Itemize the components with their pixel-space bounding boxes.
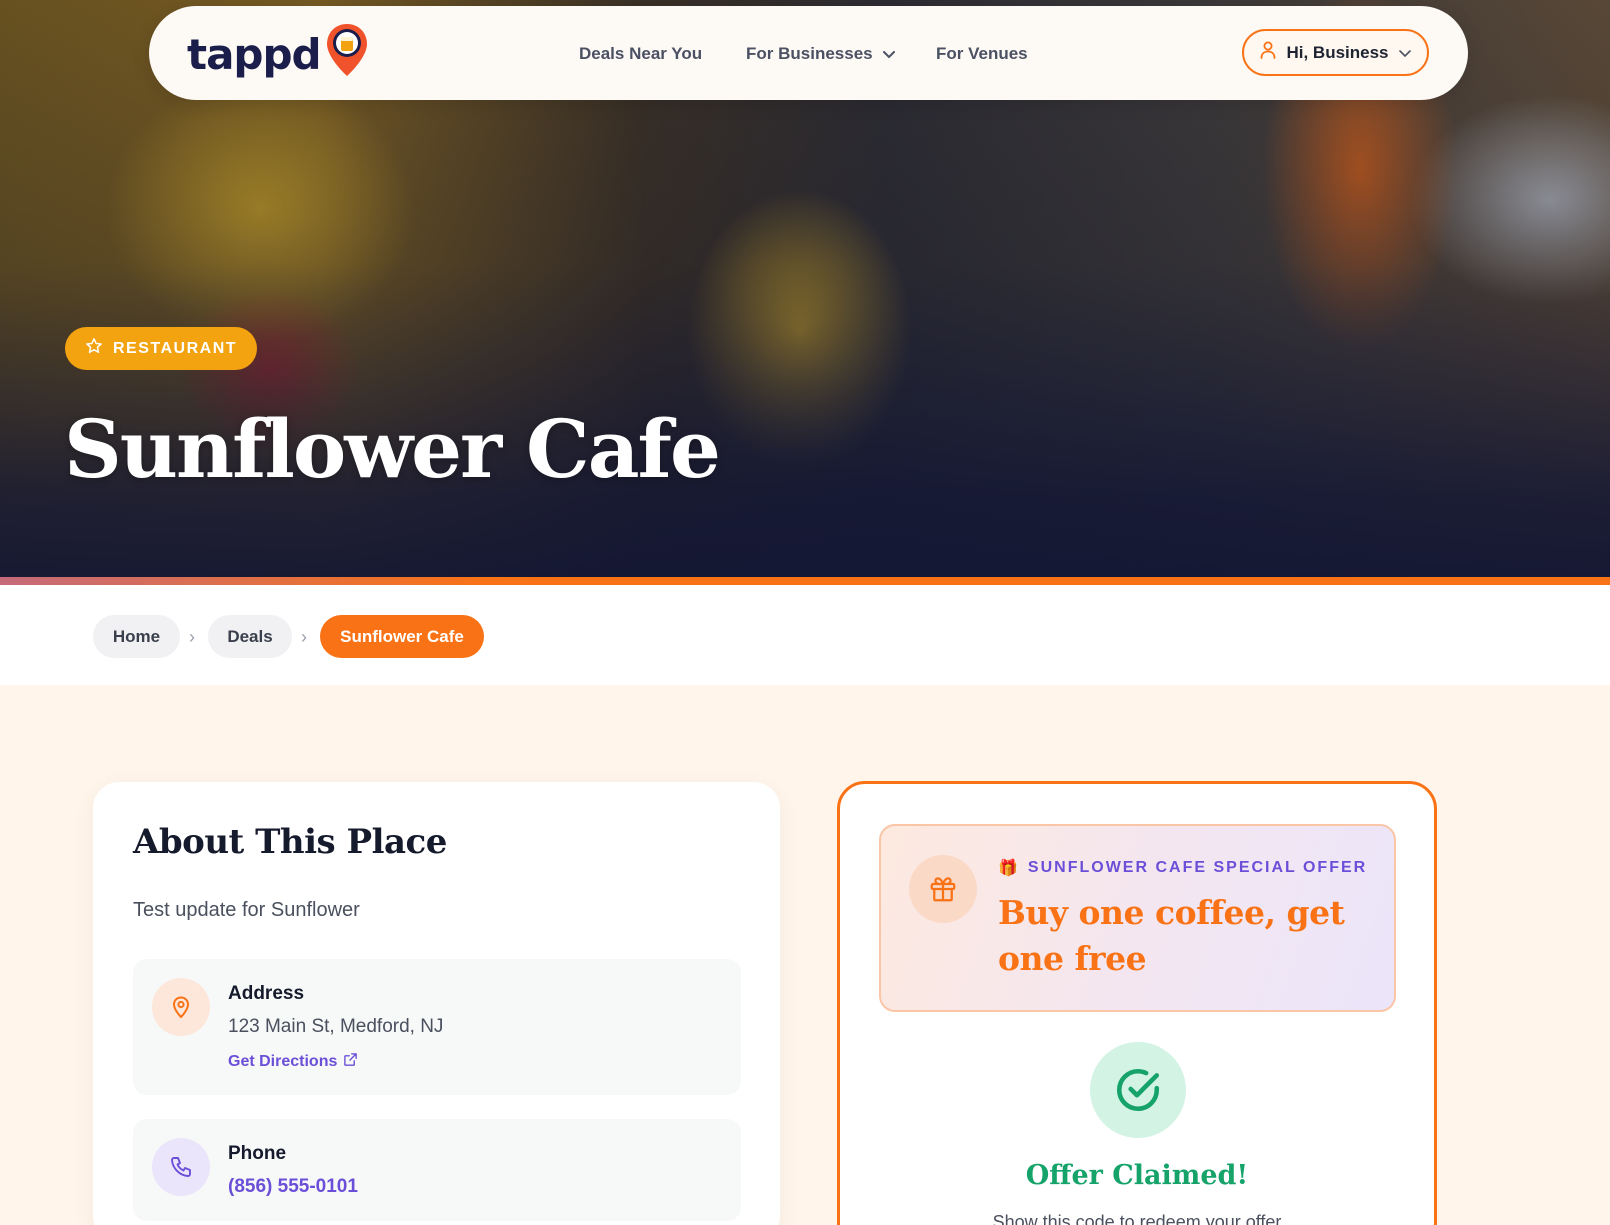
breadcrumb: Home › Deals › Sunflower Cafe (0, 585, 1610, 685)
top-navbar: tappd Deals Near You For Businesses For … (149, 6, 1468, 100)
hero-banner: tappd Deals Near You For Businesses For … (0, 0, 1610, 585)
map-pin-icon (152, 978, 210, 1036)
page-title: Sunflower Cafe (64, 402, 721, 496)
phone-icon (152, 1138, 210, 1196)
address-value: 123 Main St, Medford, NJ (228, 1016, 444, 1037)
user-icon (1260, 41, 1276, 64)
user-menu-button[interactable]: Hi, Business (1242, 29, 1429, 76)
map-pin-beer-icon (325, 22, 369, 83)
category-badge: RESTAURANT (65, 327, 258, 370)
breadcrumb-deals[interactable]: Deals (208, 615, 292, 658)
nav-for-businesses-label: For Businesses (746, 44, 873, 63)
phone-number-link[interactable]: (856) 555-0101 (228, 1176, 358, 1198)
offer-kicker: 🎁 SUNFLOWER CAFE SPECIAL OFFER (998, 858, 1367, 878)
about-title: About This Place (133, 822, 447, 862)
gift-emoji-icon: 🎁 (998, 860, 1020, 877)
nav-for-venues[interactable]: For Venues (936, 44, 1028, 64)
chevron-down-icon (1398, 43, 1411, 63)
get-directions-label: Get Directions (228, 1053, 338, 1070)
about-card: About This Place Test update for Sunflow… (93, 782, 780, 1225)
offer-claimed-title: Offer Claimed! (1025, 1160, 1249, 1191)
offer-kicker-label: SUNFLOWER CAFE SPECIAL OFFER (1027, 859, 1368, 876)
nav-deals-near-you[interactable]: Deals Near You (579, 44, 702, 64)
offer-banner: 🎁 SUNFLOWER CAFE SPECIAL OFFER Buy one c… (879, 824, 1396, 1012)
user-menu-label: Hi, Business (1286, 42, 1389, 62)
breadcrumb-separator: › (189, 627, 195, 647)
logo-text: tappd (187, 30, 322, 79)
chevron-down-icon (882, 44, 895, 64)
site-logo[interactable]: tappd (187, 24, 369, 83)
offer-card: 🎁 SUNFLOWER CAFE SPECIAL OFFER Buy one c… (837, 781, 1437, 1225)
check-circle-icon (1090, 1042, 1186, 1138)
breadcrumb-separator: › (301, 627, 307, 647)
star-icon (85, 337, 103, 360)
hero-accent-bar (0, 577, 1610, 585)
breadcrumb-current[interactable]: Sunflower Cafe (320, 615, 484, 658)
offer-headline: Buy one coffee, get one free (998, 893, 1345, 978)
external-link-icon (343, 1052, 358, 1072)
category-badge-label: RESTAURANT (113, 339, 238, 357)
nav-for-businesses[interactable]: For Businesses (746, 44, 895, 64)
phone-label: Phone (228, 1143, 287, 1164)
phone-box: Phone (856) 555-0101 (133, 1119, 741, 1221)
about-description: Test update for Sunflower (133, 899, 360, 921)
breadcrumb-home[interactable]: Home (93, 615, 180, 658)
address-box: Address 123 Main St, Medford, NJ Get Dir… (133, 959, 741, 1095)
offer-claimed-subtitle: Show this code to redeem your offer (992, 1212, 1282, 1225)
address-label: Address (228, 983, 305, 1004)
gift-icon (909, 855, 977, 923)
get-directions-link[interactable]: Get Directions (228, 1052, 358, 1072)
